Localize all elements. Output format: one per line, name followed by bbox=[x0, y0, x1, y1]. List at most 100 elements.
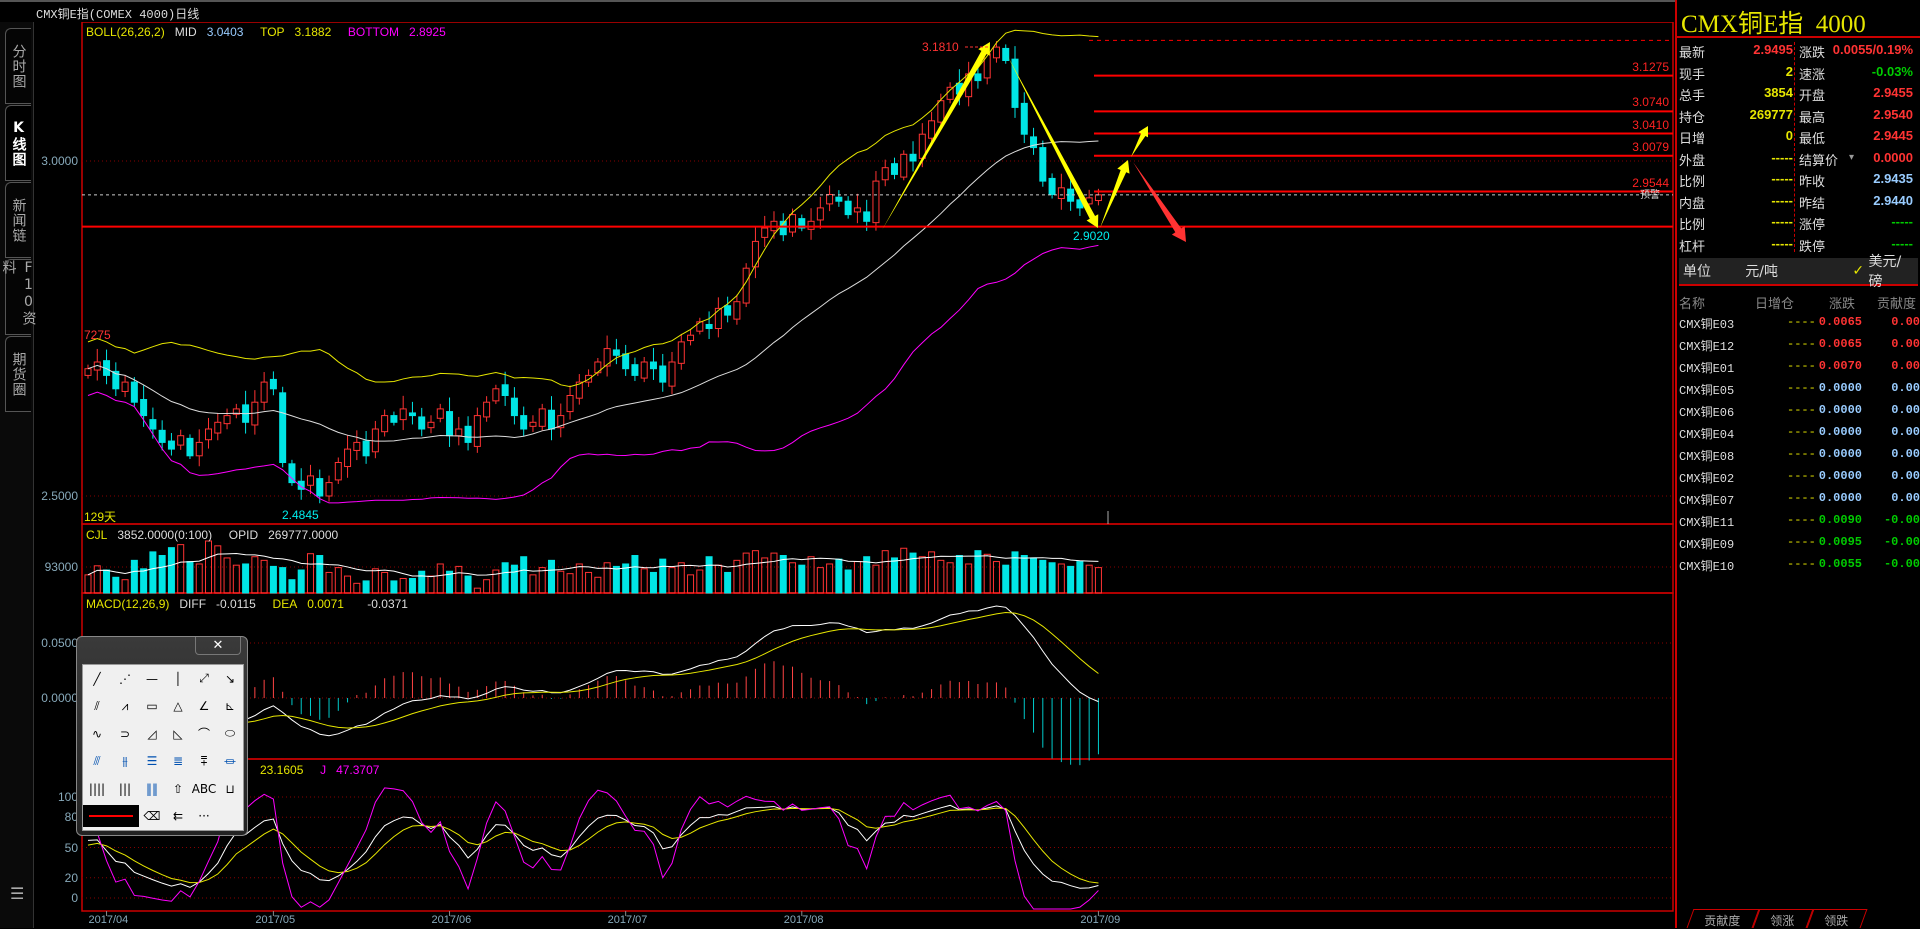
contract-row[interactable]: CMX铜E02 ---- 0.0000 0.00 bbox=[1677, 466, 1920, 488]
time-zone-tool-icon[interactable]: ‖‖ bbox=[140, 778, 164, 800]
candle bbox=[1020, 102, 1028, 135]
volume-bar bbox=[724, 571, 732, 594]
unit-row: 单位 元/吨 ✓ 美元/磅 bbox=[1679, 254, 1918, 290]
speed-resistance-tool-icon[interactable]: ⫻ bbox=[85, 750, 109, 772]
small-up-arrow-drawing[interactable] bbox=[1131, 126, 1149, 157]
diff-label: DIFF bbox=[179, 597, 207, 611]
line-style-tool[interactable] bbox=[83, 805, 139, 828]
line-tool-icon[interactable]: ╱ bbox=[85, 668, 109, 690]
volume-bar bbox=[872, 564, 880, 594]
tab-f10[interactable]: F10资料 bbox=[1, 259, 37, 335]
contract-row[interactable]: CMX铜E11 ---- 0.0090 -0.00 bbox=[1677, 510, 1920, 532]
gann-angle-tool-icon[interactable]: ◿ bbox=[140, 723, 164, 745]
volume-bar bbox=[251, 556, 259, 594]
andrews-tool-icon[interactable]: ⩱ bbox=[192, 750, 216, 772]
volume-bar bbox=[890, 557, 898, 594]
contract-row[interactable]: CMX铜E03 ---- 0.0065 0.00 bbox=[1677, 312, 1920, 334]
ruler-tool-icon[interactable]: ⊔ bbox=[218, 778, 242, 800]
vertical-line-tool-icon[interactable]: │ bbox=[166, 668, 190, 690]
contract-name: CMX铜E09 bbox=[1679, 538, 1735, 552]
fan-tool-icon[interactable]: ⊾ bbox=[218, 695, 242, 717]
gann-fan-tool-icon[interactable]: ◺ bbox=[166, 723, 190, 745]
contract-row[interactable]: CMX铜E01 ---- 0.0070 0.00 bbox=[1677, 356, 1920, 378]
polyline-tool-icon[interactable]: ⩘ bbox=[113, 695, 137, 717]
fibonacci-time-tool-icon[interactable]: |||| bbox=[85, 778, 109, 800]
candle bbox=[325, 482, 333, 497]
candle bbox=[223, 415, 231, 425]
volume-bar bbox=[112, 576, 120, 594]
color-tool-icon[interactable]: ⇇ bbox=[166, 805, 190, 827]
angle-tool-icon[interactable]: ∠ bbox=[192, 695, 216, 717]
quote-value: 2 bbox=[1785, 63, 1793, 79]
contract-row[interactable]: CMX铜E04 ---- 0.0000 0.00 bbox=[1677, 422, 1920, 444]
time-cycle-tool-icon[interactable]: ||| bbox=[113, 778, 137, 800]
contract-row[interactable]: CMX铜E06 ---- 0.0000 0.00 bbox=[1677, 400, 1920, 422]
text-tool-icon[interactable]: ABC bbox=[192, 778, 217, 800]
percent-lines-tool-icon[interactable]: ≣ bbox=[166, 750, 190, 772]
volume-bar bbox=[214, 545, 222, 594]
contract-row[interactable]: CMX铜E07 ---- 0.0000 0.00 bbox=[1677, 488, 1920, 510]
volume-bar bbox=[381, 571, 389, 594]
volume-bar bbox=[612, 565, 620, 594]
fib-level-label: 3.1275 bbox=[1632, 59, 1669, 74]
contract-oi-change: ---- bbox=[1787, 447, 1816, 461]
quote-row-left: 比例 ----- bbox=[1677, 171, 1797, 193]
contract-change: 0.0090 bbox=[1818, 513, 1862, 527]
ray-tool-icon[interactable]: ⋰ bbox=[113, 668, 137, 690]
volume-bar bbox=[195, 563, 203, 594]
volume-bar bbox=[566, 573, 574, 594]
fibonacci-fan-tool-icon[interactable]: ⫵ bbox=[113, 750, 137, 772]
volume-bar bbox=[288, 579, 296, 594]
gann-grid-tool-icon[interactable]: ☰ bbox=[140, 750, 164, 772]
ellipse-tool-icon[interactable]: ⬭ bbox=[218, 723, 242, 745]
arc-tool-icon[interactable]: ⌒ bbox=[192, 723, 216, 745]
kline-chart[interactable] bbox=[0, 0, 1675, 928]
tab-kline[interactable]: K线图 bbox=[5, 105, 31, 181]
bottom-tab[interactable]: 领跌 bbox=[1806, 909, 1868, 928]
arrow-tool-icon[interactable]: ↘ bbox=[218, 668, 242, 690]
more-tools-icon[interactable]: ··· bbox=[192, 805, 216, 827]
up-arrow-drawing[interactable] bbox=[882, 42, 990, 230]
candle bbox=[928, 120, 936, 139]
tab-news[interactable]: 新闻链 bbox=[5, 182, 31, 258]
kdj-tick: 0 bbox=[71, 891, 78, 905]
quote-label: 结算价 bbox=[1799, 152, 1839, 168]
contract-row[interactable]: CMX铜E09 ---- 0.0095 -0.00 bbox=[1677, 532, 1920, 554]
contract-row[interactable]: CMX铜E12 ---- 0.0065 0.00 bbox=[1677, 334, 1920, 356]
fib-level-label: 2.9544 bbox=[1632, 175, 1669, 190]
channel-tool-icon[interactable]: ⏛ bbox=[218, 750, 242, 772]
toolbox-close-button[interactable]: ✕ bbox=[195, 637, 241, 655]
volume-bar bbox=[1030, 557, 1038, 594]
volume-bar bbox=[770, 552, 778, 594]
quote-label: 内盘 bbox=[1679, 195, 1706, 211]
drawing-toolbox[interactable]: ✕ ╱ ⋰ — │ ⤢ ↘ ⫽ ⩘ ▭ △ ∠ ⊾ ∿ ⊃ ◿ ◺ ⌒ ⬭ ⫻ ⫵ ☰ ≣ ⩱ ⏛ |||| ||| ‖‖ ⇧ ABC ⊔… bbox=[76, 636, 248, 836]
bottom-tab[interactable]: 贡献度 bbox=[1686, 909, 1760, 928]
kdj-tick: 80 bbox=[64, 810, 78, 825]
candle bbox=[890, 163, 898, 175]
candle bbox=[612, 349, 620, 356]
eraser-tool-icon[interactable]: ⌫ bbox=[140, 805, 164, 827]
cycle-tool-icon[interactable]: ⊃ bbox=[113, 723, 137, 745]
kdj-j-label: J bbox=[320, 763, 327, 777]
unit-cny-option[interactable]: 元/吨 bbox=[1745, 261, 1852, 281]
dropdown-caret-icon[interactable]: ▾ bbox=[1849, 152, 1854, 163]
sine-tool-icon[interactable]: ∿ bbox=[85, 723, 109, 745]
volume-bar bbox=[232, 564, 240, 594]
up-arrow-tool-icon[interactable]: ⇧ bbox=[166, 778, 190, 800]
red-down-arrow-drawing[interactable] bbox=[1133, 162, 1186, 242]
bottom-tab[interactable]: 领涨 bbox=[1752, 909, 1814, 928]
segment-tool-icon[interactable]: ⤢ bbox=[192, 668, 216, 690]
tab-minute[interactable]: 分时图 bbox=[5, 28, 31, 104]
rectangle-tool-icon[interactable]: ▭ bbox=[140, 695, 164, 717]
tab-futures[interactable]: 期货圈 bbox=[5, 336, 31, 412]
volume-bar bbox=[1067, 565, 1075, 594]
parallel-lines-tool-icon[interactable]: ⫽ bbox=[85, 695, 109, 717]
horizontal-line-tool-icon[interactable]: — bbox=[140, 668, 164, 690]
contract-row[interactable]: CMX铜E08 ---- 0.0000 0.00 bbox=[1677, 444, 1920, 466]
contract-row[interactable]: CMX铜E10 ---- 0.0055 -0.00 bbox=[1677, 554, 1920, 576]
triangle-tool-icon[interactable]: △ bbox=[166, 695, 190, 717]
volume-bar bbox=[306, 553, 314, 594]
contract-row[interactable]: CMX铜E05 ---- 0.0000 0.00 bbox=[1677, 378, 1920, 400]
rebound-arrow-drawing[interactable] bbox=[1100, 160, 1130, 228]
candle bbox=[538, 408, 546, 427]
